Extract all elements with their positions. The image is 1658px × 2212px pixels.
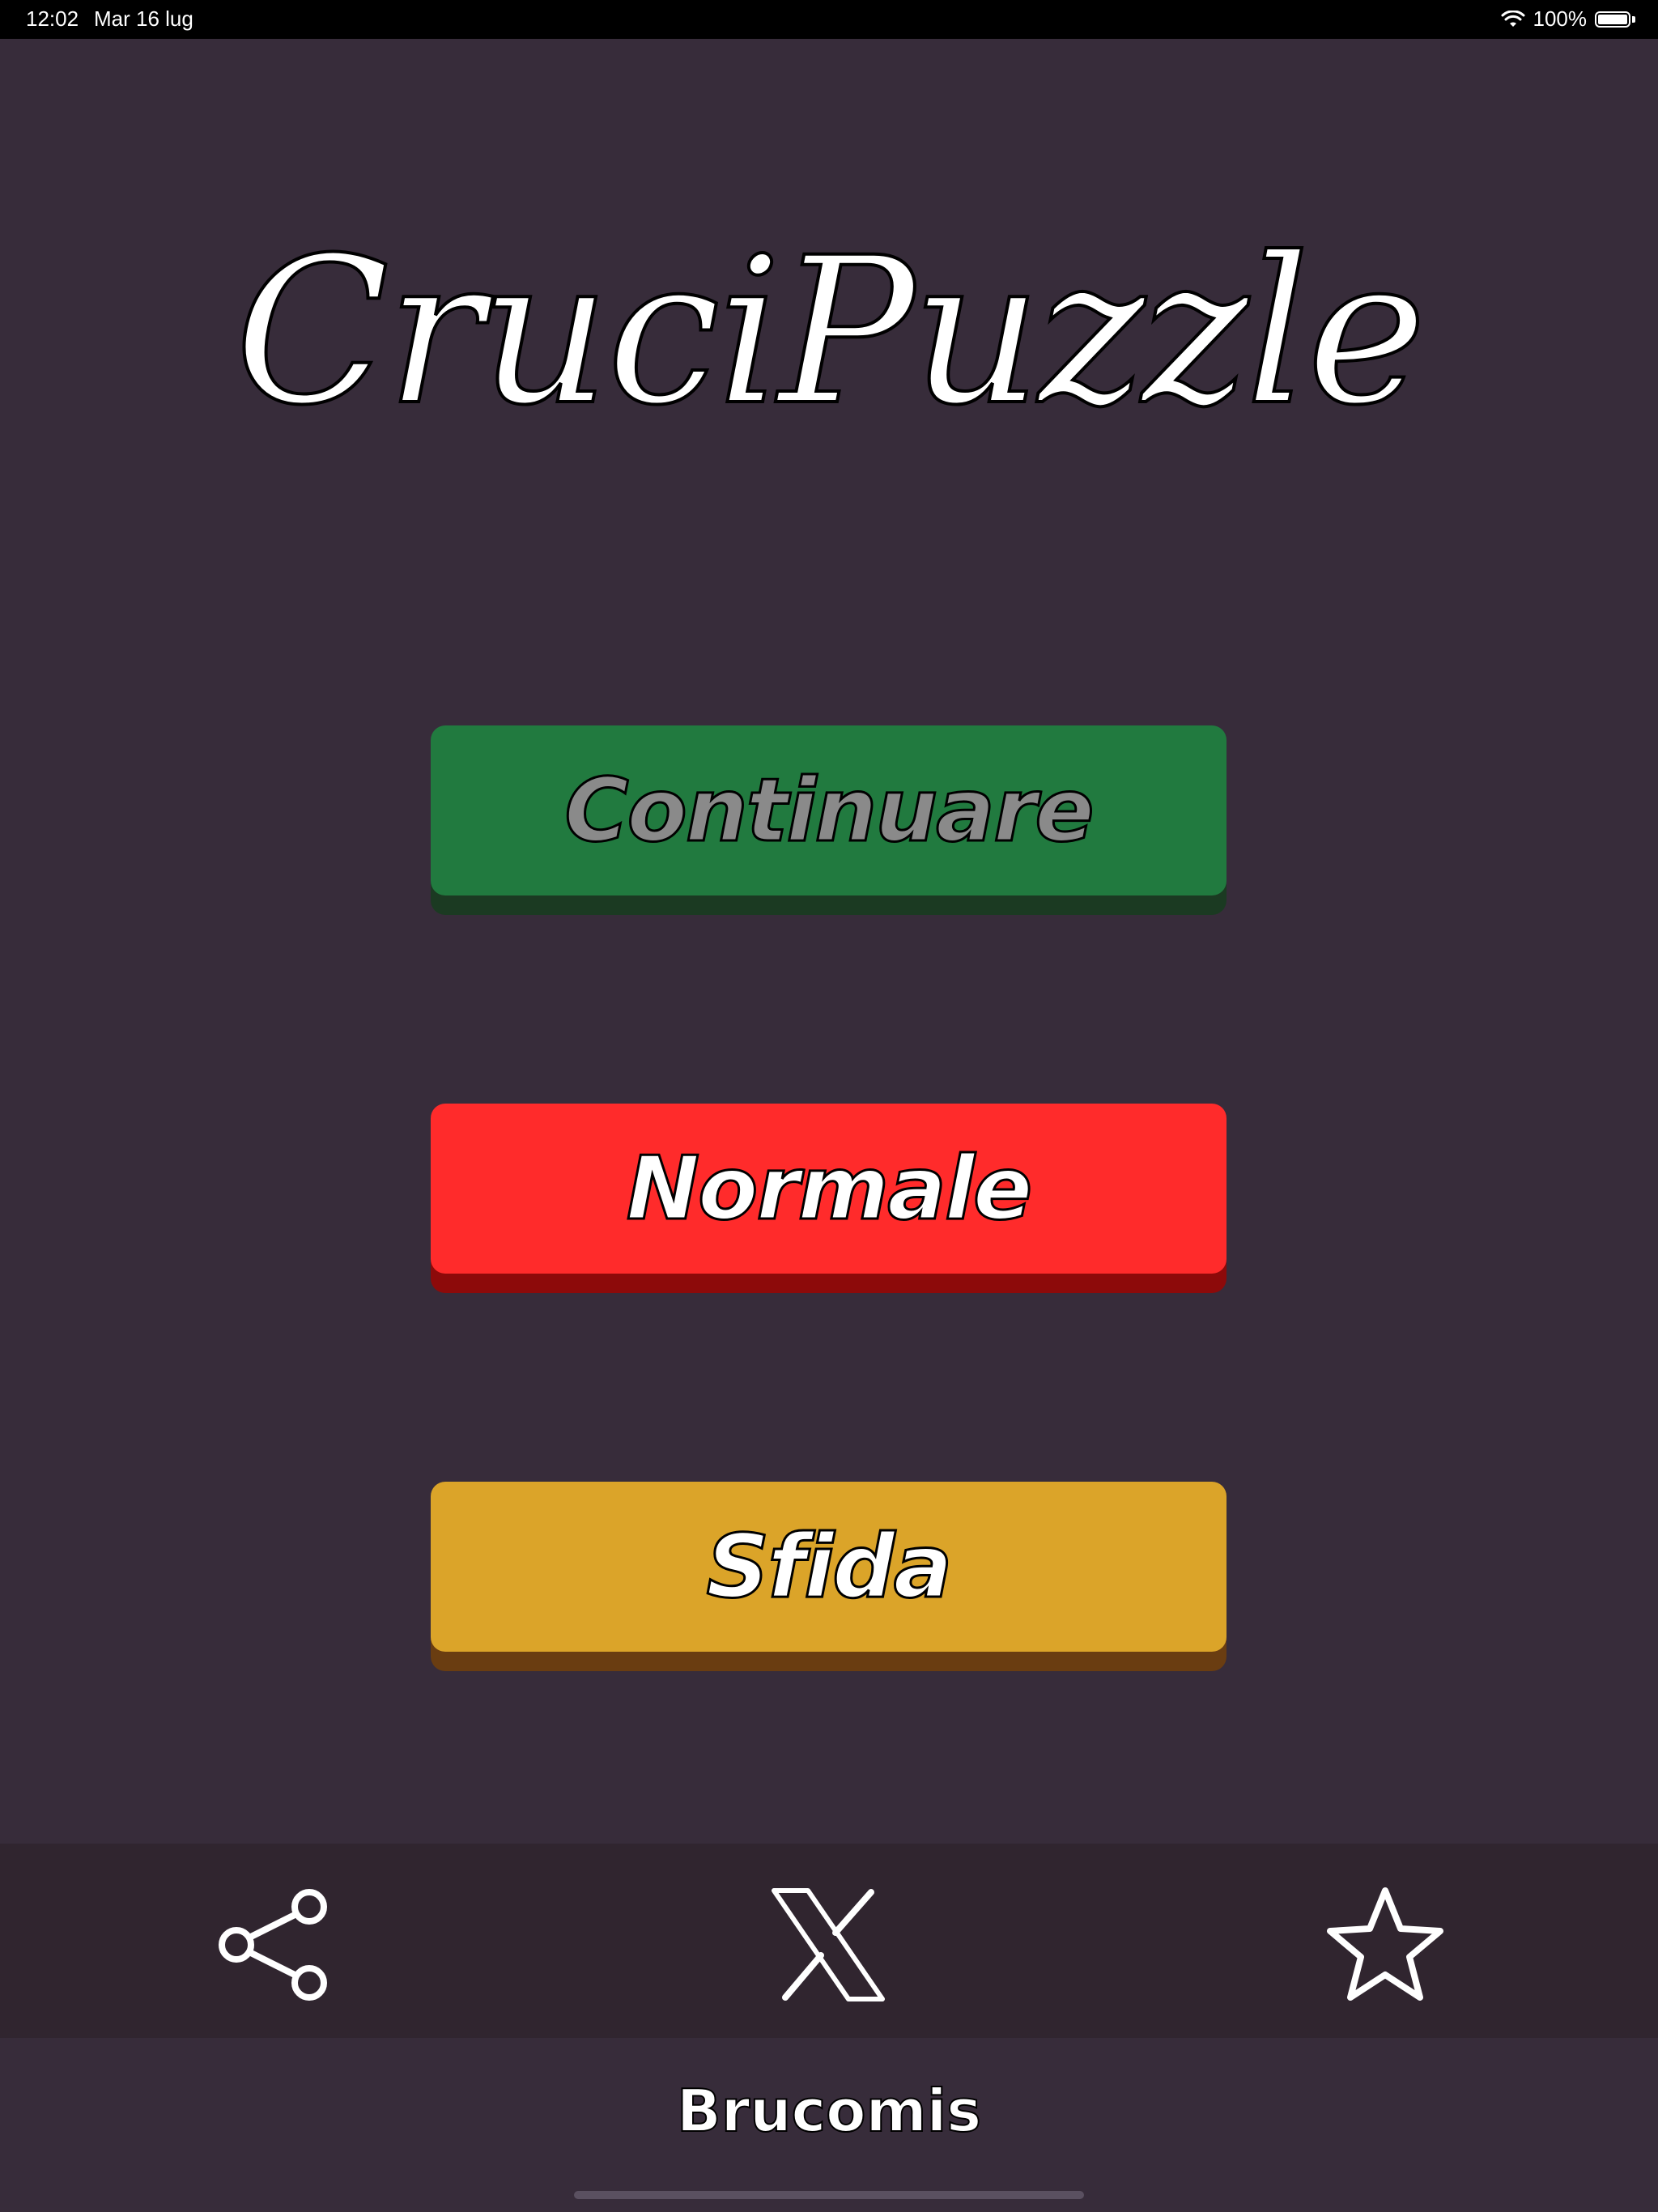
share-button[interactable]	[212, 1884, 334, 2006]
bottom-toolbar	[0, 1844, 1658, 2038]
battery-icon	[1595, 11, 1630, 28]
rate-button[interactable]	[1324, 1884, 1446, 2006]
share-icon	[219, 1889, 327, 2001]
star-icon	[1327, 1887, 1443, 2001]
home-indicator[interactable]	[574, 2191, 1084, 2199]
status-indicators: 100%	[1501, 6, 1635, 32]
x-logo-icon	[772, 1888, 885, 2001]
normal-mode-button[interactable]: Normale	[431, 1104, 1226, 1274]
wifi-icon	[1501, 10, 1524, 27]
x-button[interactable]	[767, 1884, 889, 2006]
continue-button[interactable]: Continuare	[431, 725, 1226, 895]
developer-brand: Brucomis	[676, 2076, 982, 2146]
challenge-mode-button[interactable]: Sfida	[431, 1482, 1226, 1652]
status-date: Mar 16 lug	[94, 6, 193, 31]
app-title: CruciPuzzle	[233, 214, 1428, 449]
status-time: 12:02	[26, 6, 79, 31]
battery-percent: 100%	[1533, 6, 1588, 31]
status-bar: 12:02 Mar 16 lug 100%	[0, 0, 1658, 39]
battery-tip	[1632, 15, 1635, 23]
